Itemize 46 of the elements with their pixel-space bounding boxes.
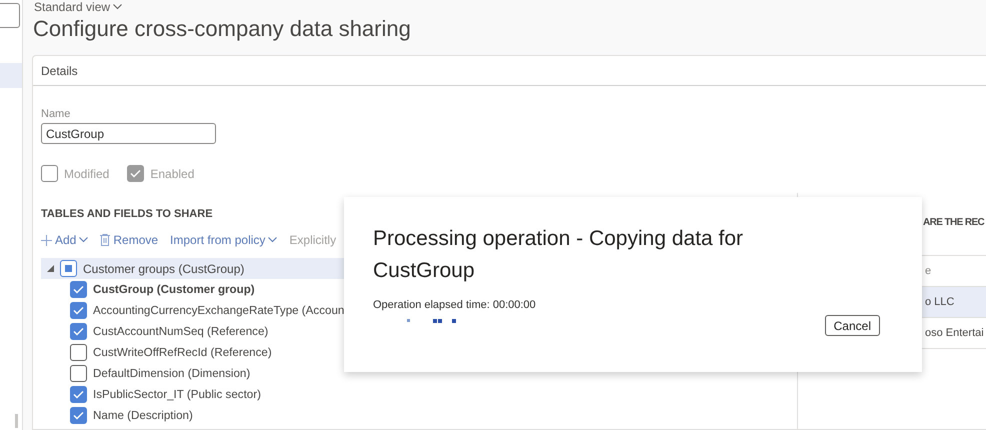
field-item[interactable]: Name (Description) bbox=[93, 409, 193, 422]
field-item[interactable]: DefaultDimension (Dimension) bbox=[93, 367, 250, 380]
field-label: Name bbox=[41, 108, 72, 120]
expand-icon[interactable] bbox=[47, 265, 54, 272]
chevron-down-icon bbox=[79, 237, 88, 243]
name-field[interactable]: CustGroup bbox=[41, 123, 216, 144]
section-heading: TABLES AND FIELDS TO SHARE bbox=[41, 208, 214, 222]
checkbox[interactable] bbox=[70, 344, 87, 361]
add-button[interactable]: Add bbox=[41, 233, 88, 247]
check-icon bbox=[73, 390, 84, 399]
checkbox[interactable] bbox=[70, 407, 87, 424]
check-icon bbox=[73, 411, 84, 420]
checkbox-label: Modified bbox=[64, 166, 110, 180]
resize-handle[interactable] bbox=[15, 414, 18, 428]
dialog-title: Processing operation - Copying data for CustGroup bbox=[373, 226, 744, 284]
checkbox-label: Enabled bbox=[150, 166, 194, 180]
checkbox[interactable] bbox=[70, 281, 87, 298]
check-icon bbox=[73, 327, 84, 336]
field-item[interactable]: IsPublicSector_IT (Public sector) bbox=[93, 388, 261, 401]
field-item[interactable]: CustGroup (Customer group) bbox=[93, 283, 255, 296]
import-menu[interactable]: Import from policy bbox=[170, 233, 278, 247]
trash-icon bbox=[100, 234, 110, 246]
checkbox[interactable] bbox=[70, 365, 87, 382]
checkbox[interactable] bbox=[70, 302, 87, 319]
checkbox[interactable] bbox=[70, 386, 87, 403]
check-icon bbox=[73, 285, 84, 294]
page-title: Configure cross-company data sharing bbox=[33, 16, 412, 43]
square-icon bbox=[65, 265, 72, 272]
section-header: Details bbox=[41, 64, 78, 78]
section-heading: ARE THE REC bbox=[923, 217, 984, 228]
remove-button[interactable]: Remove bbox=[100, 233, 158, 247]
checkbox[interactable] bbox=[60, 260, 77, 277]
checkbox[interactable] bbox=[70, 323, 87, 340]
check-icon bbox=[130, 169, 142, 178]
check-icon bbox=[73, 306, 84, 315]
cancel-button[interactable]: Cancel bbox=[824, 315, 880, 336]
plus-icon bbox=[41, 234, 52, 246]
chevron-down-icon bbox=[113, 4, 122, 10]
view-selector[interactable]: Standard view bbox=[34, 0, 986, 14]
chevron-down-icon bbox=[268, 237, 278, 243]
search-field[interactable] bbox=[0, 3, 20, 28]
elapsed-time: Operation elapsed time: 00:00:00 bbox=[373, 299, 537, 311]
loading-dots-icon bbox=[407, 318, 459, 323]
field-item[interactable]: CustAccountNumSeq (Reference) bbox=[93, 325, 268, 338]
field-item[interactable]: AccountingCurrencyExchangeRateType (Accoun bbox=[93, 304, 344, 317]
field-item[interactable]: CustWriteOffRefRecId (Reference) bbox=[93, 346, 272, 359]
